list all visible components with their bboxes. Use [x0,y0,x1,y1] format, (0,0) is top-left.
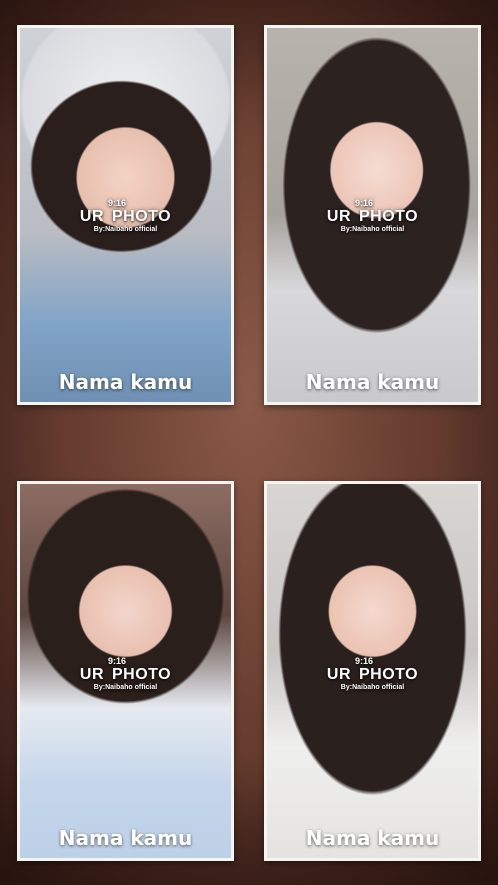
aspect-ratio-label: 9:16 [355,198,374,208]
watermark: 9:16 UR PHOTO By:Naibaho official [20,198,231,234]
watermark: 9:16 UR PHOTO By:Naibaho official [267,198,478,234]
byline: By:Naibaho official [340,226,405,233]
photo-card[interactable]: 9:16 UR PHOTO By:Naibaho official Nama k… [17,25,234,405]
aspect-ratio-label: 9:16 [355,656,374,666]
brand-title: UR PHOTO [79,208,172,225]
photo-card[interactable]: 9:16 UR PHOTO By:Naibaho official Nama k… [264,25,481,405]
name-caption: Nama kamu [305,370,440,394]
brand-title: UR PHOTO [326,666,419,683]
byline: By:Naibaho official [93,684,158,691]
watermark: 9:16 UR PHOTO By:Naibaho official [20,656,231,692]
byline: By:Naibaho official [340,684,405,691]
aspect-ratio-label: 9:16 [108,198,127,208]
photo-card[interactable]: 9:16 UR PHOTO By:Naibaho official Nama k… [264,481,481,861]
name-caption: Nama kamu [305,826,440,850]
name-caption: Nama kamu [58,826,193,850]
brand-title: UR PHOTO [326,208,419,225]
watermark: 9:16 UR PHOTO By:Naibaho official [267,656,478,692]
byline: By:Naibaho official [93,226,158,233]
aspect-ratio-label: 9:16 [108,656,127,666]
photo-card[interactable]: 9:16 UR PHOTO By:Naibaho official Nama k… [17,481,234,861]
brand-title: UR PHOTO [79,666,172,683]
name-caption: Nama kamu [58,370,193,394]
